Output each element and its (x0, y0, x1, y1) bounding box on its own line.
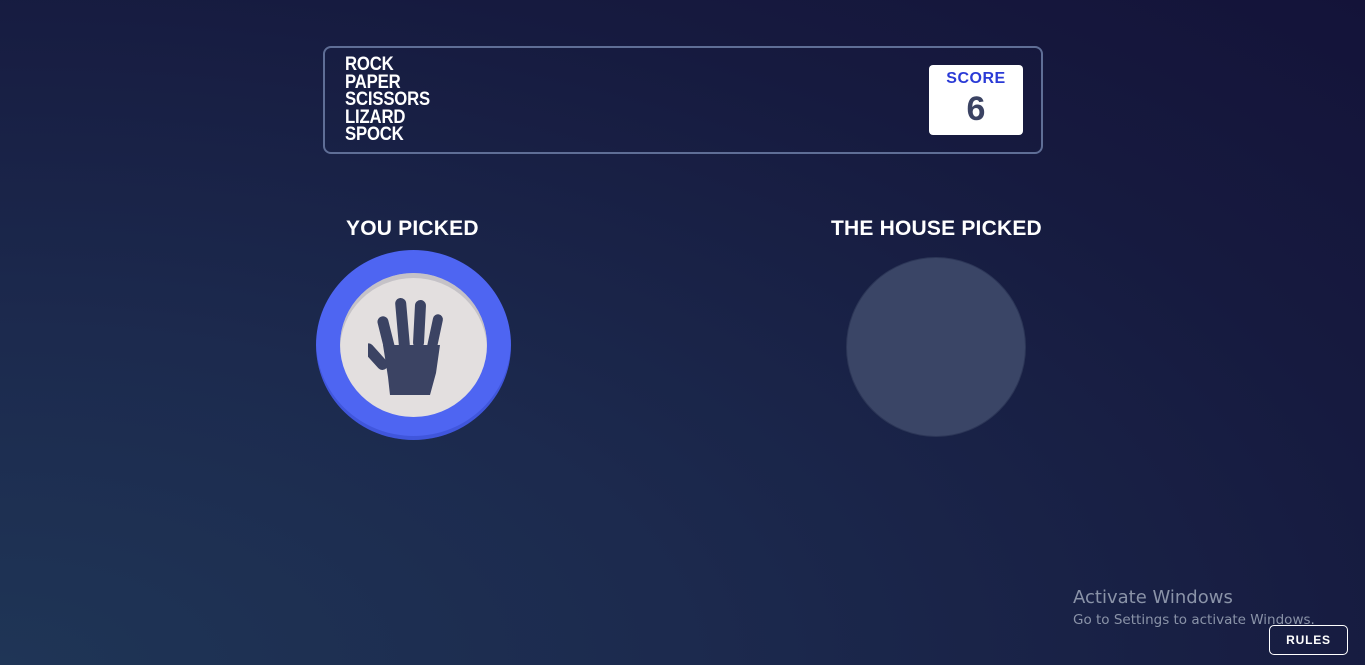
rules-button[interactable]: RULES (1269, 625, 1348, 655)
score-label: SCORE (946, 70, 1006, 87)
score-value: 6 (966, 90, 986, 128)
player-choice-chip (316, 250, 511, 440)
you-picked-label: YOU PICKED (346, 217, 479, 240)
player-choice-chip-face (340, 273, 487, 417)
watermark-title: Activate Windows (1073, 587, 1233, 608)
title-line-spock: SPOCK (345, 124, 404, 145)
game-title: ROCK PAPER SCISSORS LIZARD SPOCK (345, 54, 431, 145)
scoreboard-header: ROCK PAPER SCISSORS LIZARD SPOCK SCORE 6 (323, 46, 1043, 154)
house-choice-placeholder (846, 257, 1026, 437)
title-line-rock: ROCK (345, 54, 394, 75)
house-picked-label: THE HOUSE PICKED (831, 217, 1042, 240)
score-box: SCORE 6 (929, 65, 1023, 135)
hand-paper-icon (368, 298, 443, 395)
title-line-scissors: SCISSORS (345, 89, 431, 110)
